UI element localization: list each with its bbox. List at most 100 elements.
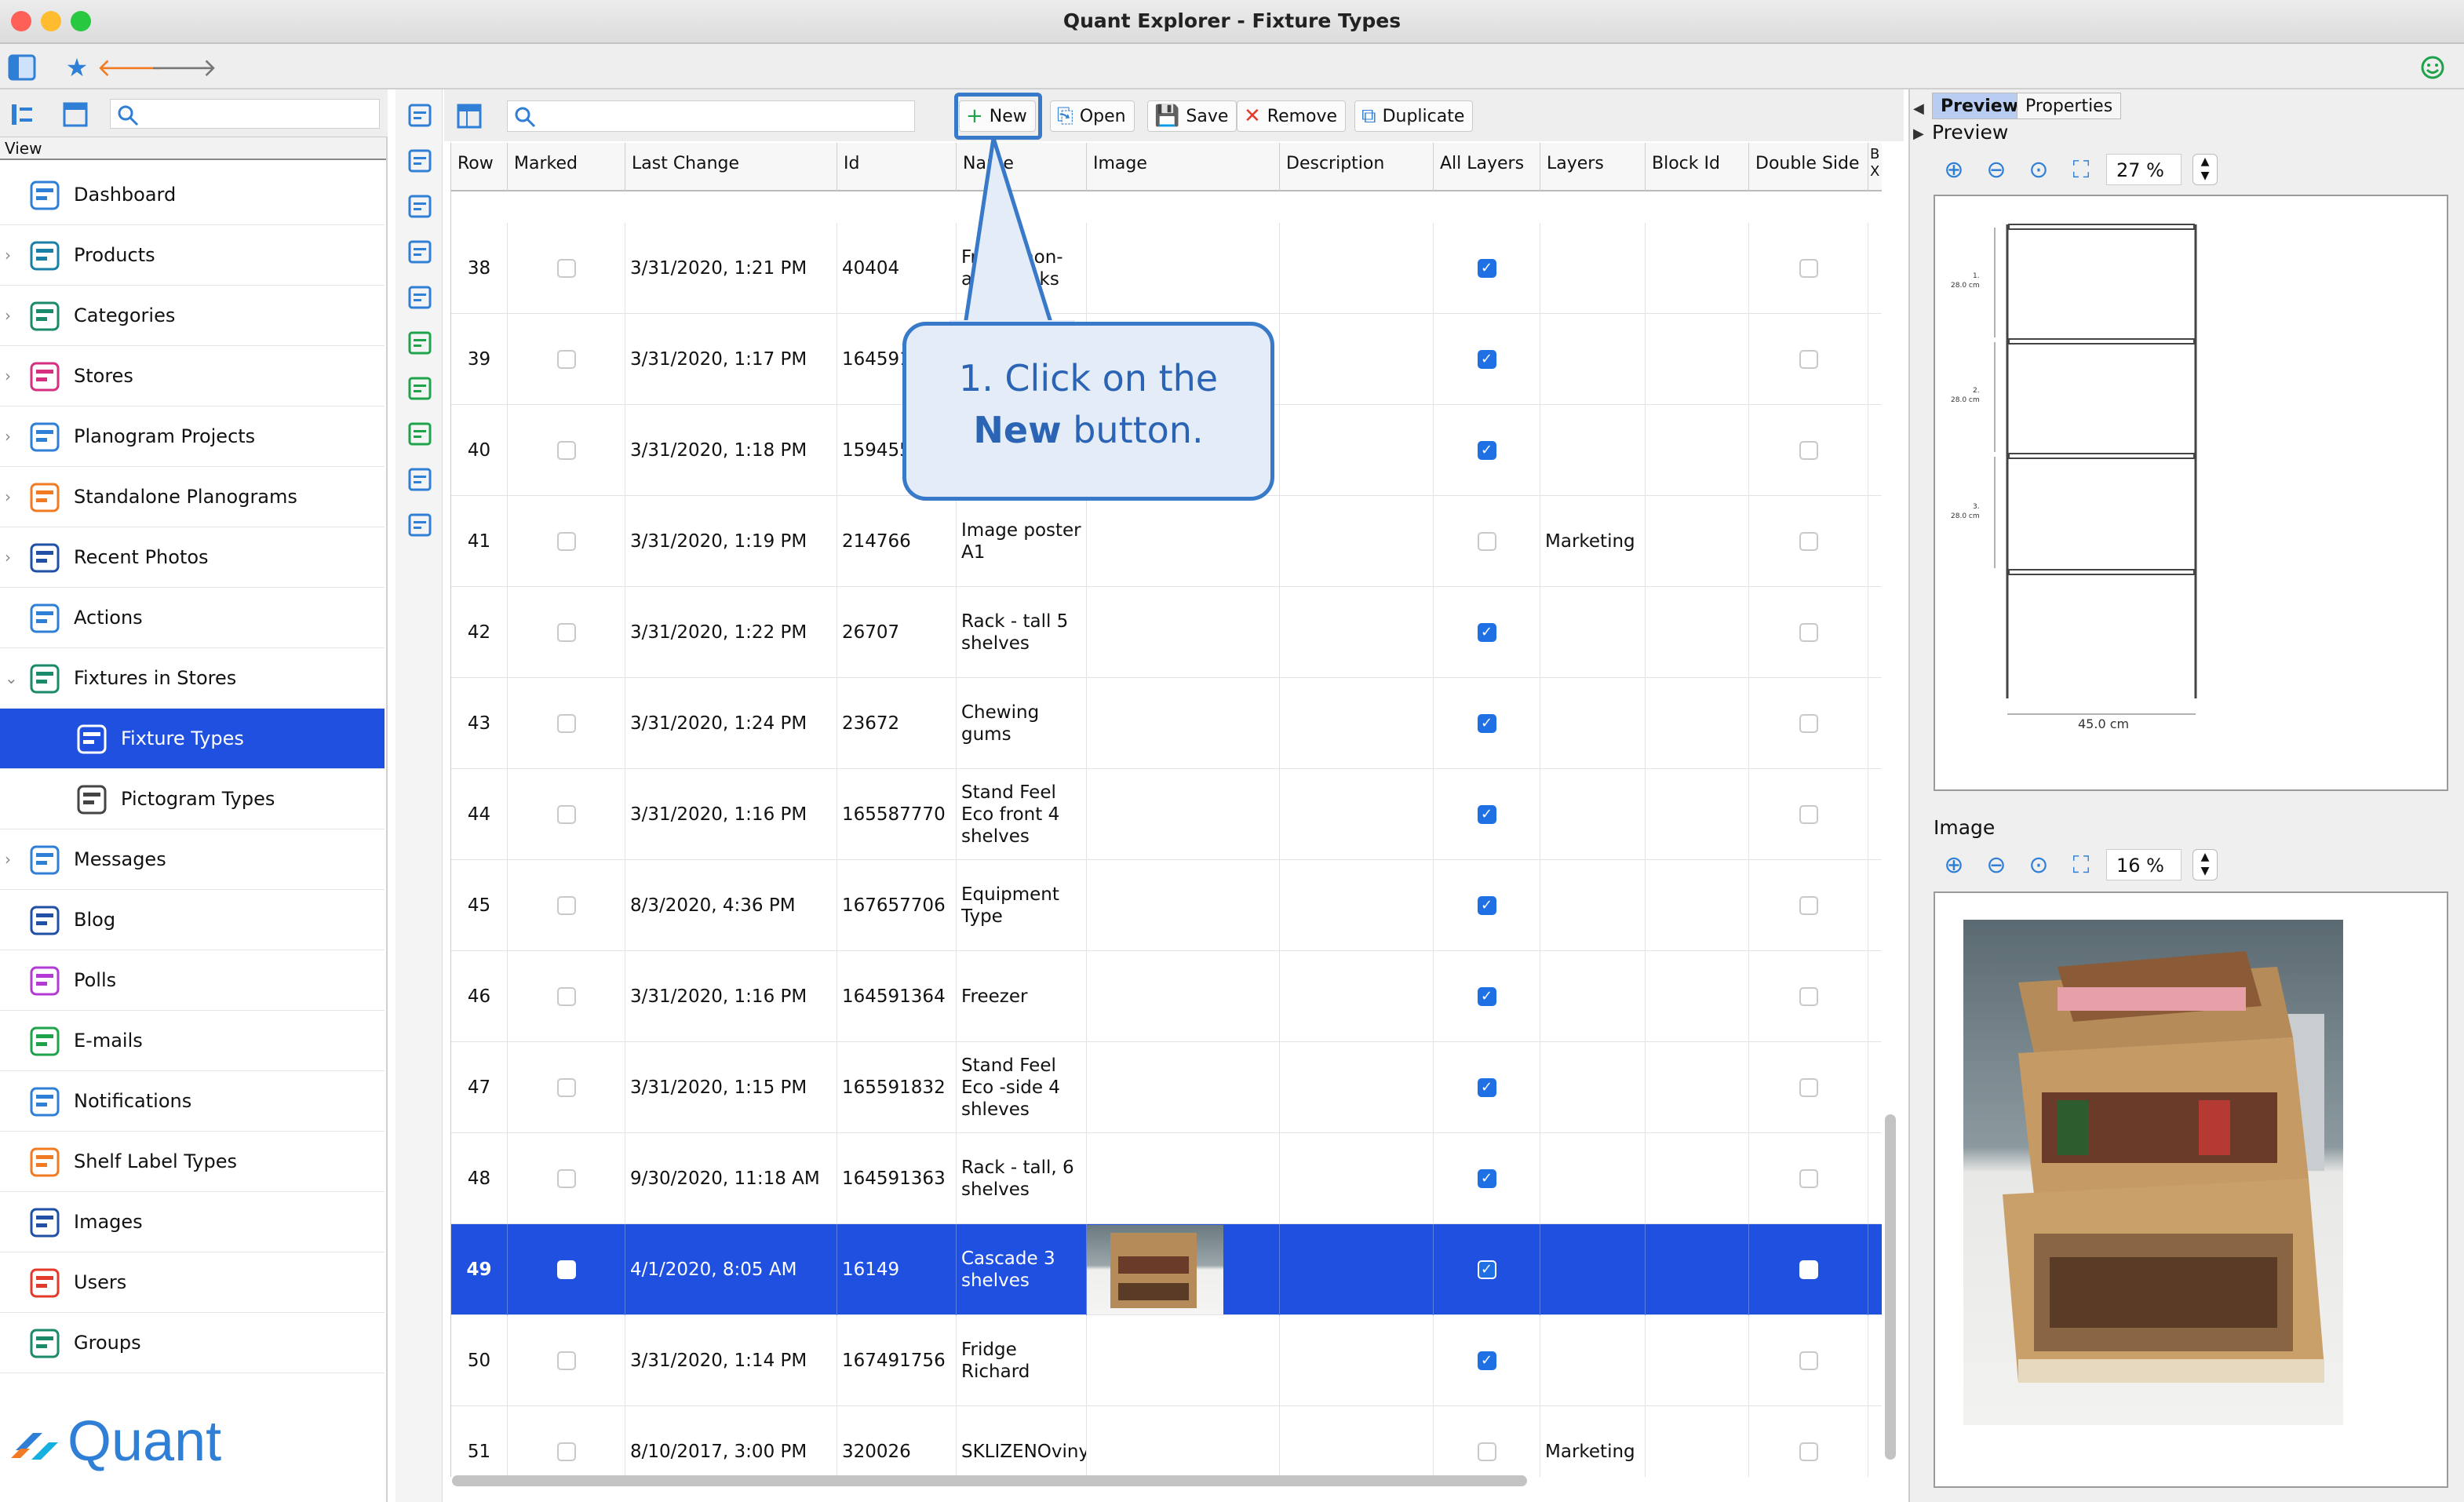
list-icon[interactable] [406, 284, 433, 311]
double-side-checkbox[interactable] [1799, 1351, 1818, 1370]
preview-zoom-stepper[interactable]: ▲ ▼ [2192, 154, 2218, 185]
double-side-checkbox[interactable] [1799, 350, 1818, 369]
sidebar-item-shelf-label-types[interactable]: Shelf Label Types [0, 1132, 385, 1192]
marked-cell[interactable] [508, 314, 625, 405]
sidebar-item-dashboard[interactable]: Dashboard [0, 165, 385, 225]
image-zoom-stepper[interactable]: ▲ ▼ [2192, 849, 2218, 880]
tree-collapse-icon[interactable] [6, 99, 38, 130]
all-layers-checkbox[interactable] [1477, 1442, 1496, 1461]
vertical-scrollbar[interactable] [1885, 1114, 1896, 1460]
double-side-cell[interactable] [1749, 1315, 1868, 1406]
all-layers-checkbox[interactable]: ✓ [1477, 1260, 1496, 1279]
marked-checkbox[interactable] [556, 714, 576, 733]
sidebar-item-actions[interactable]: Actions [0, 588, 385, 648]
marked-checkbox[interactable] [556, 1078, 576, 1097]
sidebar-toggle-icon[interactable] [6, 52, 38, 83]
panel-collapse-left-icon[interactable]: ◀ [1913, 100, 1924, 117]
double-side-checkbox[interactable] [1799, 441, 1818, 460]
save-button[interactable]: 💾 Save [1147, 100, 1237, 132]
all-layers-cell[interactable] [1434, 1406, 1540, 1477]
marked-checkbox[interactable] [556, 1260, 576, 1279]
sidebar-item-images[interactable]: Images [0, 1192, 385, 1252]
double-side-checkbox[interactable] [1799, 1260, 1818, 1279]
table-row[interactable]: 41 3/31/2020, 1:19 PM 214766 Image poster A… [451, 496, 1882, 587]
back-arrow-icon[interactable]: 🡐 [97, 52, 164, 83]
columns-settings-icon[interactable] [454, 100, 485, 132]
all-layers-cell[interactable]: ✓ [1434, 223, 1540, 314]
double-side-cell[interactable] [1749, 860, 1868, 951]
all-layers-checkbox[interactable]: ✓ [1477, 805, 1496, 824]
sidebar-item-standalone-planograms[interactable]: › Standalone Planograms [0, 467, 385, 527]
sidebar-item-polls[interactable]: Polls [0, 950, 385, 1011]
all-layers-cell[interactable]: ✓ [1434, 1133, 1540, 1224]
zoom-in-icon[interactable]: ⊕ [1938, 154, 1970, 185]
column-header-all-layers[interactable]: All Layers [1434, 143, 1540, 191]
all-layers-checkbox[interactable]: ✓ [1477, 987, 1496, 1006]
marked-checkbox[interactable] [556, 805, 576, 824]
double-side-checkbox[interactable] [1799, 714, 1818, 733]
chevron-right-icon[interactable]: › [5, 246, 11, 264]
select-all-icon[interactable] [406, 102, 433, 129]
column-header-block-id[interactable]: Block Id [1646, 143, 1749, 191]
table-row[interactable]: 47 3/31/2020, 1:15 PM 165591832 Stand Feel … [451, 1042, 1882, 1133]
image-zoom-in-icon[interactable]: ⊕ [1938, 849, 1970, 880]
chevron-right-icon[interactable]: › [5, 306, 11, 325]
favorites-star-icon[interactable]: ★ [61, 52, 93, 83]
table-row[interactable]: 45 8/3/2020, 4:36 PM 167657706 Equipment Ty… [451, 860, 1882, 951]
marked-checkbox[interactable] [556, 896, 576, 915]
table-row[interactable]: 46 3/31/2020, 1:16 PM 164591364 Freezer ✓ [451, 951, 1882, 1042]
table-row[interactable]: 44 3/31/2020, 1:16 PM 165587770 Stand Feel … [451, 769, 1882, 860]
marked-checkbox[interactable] [556, 259, 576, 278]
all-layers-checkbox[interactable]: ✓ [1477, 1078, 1496, 1097]
table-row[interactable]: 50 3/31/2020, 1:14 PM 167491756 Fridge Rich… [451, 1315, 1882, 1406]
all-layers-checkbox[interactable]: ✓ [1477, 623, 1496, 642]
help-icon[interactable] [406, 193, 433, 220]
double-side-cell[interactable] [1749, 678, 1868, 769]
double-side-cell[interactable] [1749, 1406, 1868, 1477]
double-side-cell[interactable] [1749, 496, 1868, 587]
table-row[interactable]: 48 9/30/2020, 11:18 AM 164591363 Rack - tal… [451, 1133, 1882, 1224]
double-side-cell[interactable] [1749, 769, 1868, 860]
marked-cell[interactable] [508, 1224, 625, 1315]
image-zoom-out-icon[interactable]: ⊖ [1981, 849, 2012, 880]
double-side-checkbox[interactable] [1799, 1169, 1818, 1188]
move-icon[interactable] [406, 239, 433, 265]
zoom-fit-icon[interactable]: ⛶ [2065, 154, 2097, 185]
marked-cell[interactable] [508, 678, 625, 769]
image-zoom-field[interactable]: 16 % [2106, 849, 2182, 880]
sidebar-item-fixtures-in-stores[interactable]: ⌄ Fixtures in Stores [0, 648, 385, 709]
chevron-right-icon[interactable]: › [5, 487, 11, 506]
sidebar-item-blog[interactable]: Blog [0, 890, 385, 950]
marked-checkbox[interactable] [556, 350, 576, 369]
column-header-b-x[interactable]: B X [1868, 143, 1882, 191]
marked-cell[interactable] [508, 587, 625, 678]
sidebar-item-notifications[interactable]: Notifications [0, 1071, 385, 1132]
panel-expand-right-icon[interactable]: ▶ [1913, 126, 1924, 142]
export-csv-icon[interactable] [406, 421, 433, 447]
all-layers-cell[interactable]: ✓ [1434, 860, 1540, 951]
double-side-cell[interactable] [1749, 223, 1868, 314]
preview-zoom-field[interactable]: 27 % [2106, 154, 2182, 185]
sidebar-item-planogram-projects[interactable]: › Planogram Projects [0, 406, 385, 467]
import-excel-icon[interactable] [406, 375, 433, 402]
tab-preview[interactable]: Preview [1932, 93, 2028, 119]
all-layers-checkbox[interactable] [1477, 532, 1496, 551]
tree-settings-icon[interactable] [60, 99, 91, 130]
all-layers-checkbox[interactable]: ✓ [1477, 441, 1496, 460]
marked-checkbox[interactable] [556, 1442, 576, 1461]
sidebar-item-pictogram-types[interactable]: Pictogram Types [0, 769, 385, 829]
smiley-icon[interactable] [2417, 52, 2448, 83]
double-side-checkbox[interactable] [1799, 896, 1818, 915]
column-header-description[interactable]: Description [1280, 143, 1434, 191]
all-layers-cell[interactable]: ✓ [1434, 1315, 1540, 1406]
horizontal-scrollbar[interactable] [452, 1475, 1527, 1486]
double-side-cell[interactable] [1749, 314, 1868, 405]
double-side-checkbox[interactable] [1799, 1078, 1818, 1097]
all-layers-cell[interactable]: ✓ [1434, 1224, 1540, 1315]
column-header-double-side[interactable]: Double Side [1749, 143, 1868, 191]
all-layers-checkbox[interactable]: ✓ [1477, 714, 1496, 733]
marked-cell[interactable] [508, 1133, 625, 1224]
marked-cell[interactable] [508, 223, 625, 314]
marked-checkbox[interactable] [556, 623, 576, 642]
all-layers-cell[interactable]: ✓ [1434, 587, 1540, 678]
